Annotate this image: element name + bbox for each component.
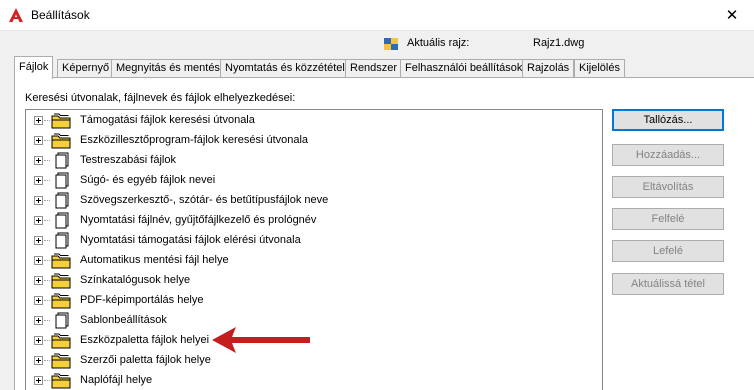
folder-stack-icon xyxy=(51,352,71,369)
move-up-button[interactable]: Felfelé xyxy=(612,208,724,230)
expand-icon[interactable] xyxy=(34,156,43,165)
tree-item-label: Eszközpaletta fájlok helyei xyxy=(80,334,210,346)
tree-item[interactable]: Automatikus mentési fájl helye xyxy=(26,251,586,271)
red-arrow-annotation xyxy=(212,327,310,353)
tab-strip: Fájlok Képernyő Megnyitás és mentés Nyom… xyxy=(14,56,754,79)
files-tab-panel: Keresési útvonalak, fájlnevek és fájlok … xyxy=(14,77,754,390)
tree-item-label: Színkatalógusok helye xyxy=(80,274,191,286)
folder-stack-icon xyxy=(51,272,71,289)
tree-item[interactable]: Nyomtatási támogatási fájlok elérési útv… xyxy=(26,231,586,251)
tree-connector xyxy=(44,220,50,221)
expand-icon[interactable] xyxy=(34,356,43,365)
folder-stack-icon xyxy=(51,332,71,349)
tree-connector xyxy=(44,300,50,301)
file-stack-icon xyxy=(51,232,71,249)
tree-item[interactable]: Szövegszerkesztő-, szótár- és betűtípusf… xyxy=(26,191,586,211)
expand-icon[interactable] xyxy=(34,236,43,245)
expand-icon[interactable] xyxy=(34,256,43,265)
browse-button[interactable]: Tallózás... xyxy=(612,109,724,131)
window-title: Beállítások xyxy=(31,8,90,22)
tab-open-save[interactable]: Megnyitás és mentés xyxy=(111,59,225,78)
expand-icon[interactable] xyxy=(34,116,43,125)
tree-item[interactable]: Támogatási fájlok keresési útvonala xyxy=(26,111,586,131)
set-current-button[interactable]: Aktuálissá tétel xyxy=(612,273,724,295)
folder-stack-icon xyxy=(51,112,71,129)
expand-icon[interactable] xyxy=(34,336,43,345)
current-drawing-label: Aktuális rajz: xyxy=(407,37,470,49)
tree-connector xyxy=(44,320,50,321)
expand-icon[interactable] xyxy=(34,176,43,185)
folder-stack-icon xyxy=(51,132,71,149)
autocad-logo-icon xyxy=(9,8,23,22)
tree-item-label: Naplófájl helye xyxy=(80,374,153,386)
drawing-file-icon xyxy=(384,38,398,50)
expand-icon[interactable] xyxy=(34,316,43,325)
file-stack-icon xyxy=(51,172,71,189)
tree-item-label: Nyomtatási fájlnév, gyűjtőfájlkezelő és … xyxy=(80,214,317,226)
tree-item[interactable]: Eszközillesztőprogram-fájlok keresési út… xyxy=(26,131,586,151)
search-paths-tree[interactable]: Támogatási fájlok keresési útvonala Eszkö… xyxy=(25,109,603,390)
tree-connector xyxy=(44,360,50,361)
file-stack-icon xyxy=(51,312,71,329)
file-stack-icon xyxy=(51,212,71,229)
file-stack-icon xyxy=(51,152,71,169)
expand-icon[interactable] xyxy=(34,196,43,205)
tree-item-label: Súgó- és egyéb fájlok nevei xyxy=(80,174,216,186)
tree-item-label: Szövegszerkesztő-, szótár- és betűtípusf… xyxy=(80,194,329,206)
tree-connector xyxy=(44,280,50,281)
tree-connector xyxy=(44,160,50,161)
file-stack-icon xyxy=(51,192,71,209)
tree-item[interactable]: Súgó- és egyéb fájlok nevei xyxy=(26,171,586,191)
tree-item[interactable]: Színkatalógusok helye xyxy=(26,271,586,291)
tree-connector xyxy=(44,120,50,121)
tree-item-label: Automatikus mentési fájl helye xyxy=(80,254,229,266)
tree-item-label: Szerzői paletta fájlok helye xyxy=(80,354,211,366)
expand-icon[interactable] xyxy=(34,376,43,385)
tab-user-preferences[interactable]: Felhasználói beállítások xyxy=(400,59,528,78)
expand-icon[interactable] xyxy=(34,216,43,225)
tab-display[interactable]: Képernyő xyxy=(57,59,115,78)
tree-item-label: Eszközillesztőprogram-fájlok keresési út… xyxy=(80,134,309,146)
expand-icon[interactable] xyxy=(34,276,43,285)
tree-connector xyxy=(44,200,50,201)
tree-connector xyxy=(44,240,50,241)
tree-connector xyxy=(44,180,50,181)
remove-button[interactable]: Eltávolítás xyxy=(612,176,724,198)
expand-icon[interactable] xyxy=(34,136,43,145)
title-bar: Beállítások ✕ xyxy=(0,0,754,31)
close-button[interactable]: ✕ xyxy=(710,0,754,30)
tree-item-label: Támogatási fájlok keresési útvonala xyxy=(80,114,255,126)
current-drawing-name: Rajz1.dwg xyxy=(533,37,585,49)
tree-item-label: Sablonbeállítások xyxy=(80,314,167,326)
tree-item-label: Testreszabási fájlok xyxy=(80,154,176,166)
tree-item[interactable]: PDF-képimportálás helye xyxy=(26,291,586,311)
tree-connector xyxy=(44,140,50,141)
tree-connector xyxy=(44,340,50,341)
tree-item[interactable]: Testreszabási fájlok xyxy=(26,151,586,171)
tab-plot-publish[interactable]: Nyomtatás és közzététel xyxy=(220,59,350,78)
tab-drafting[interactable]: Rajzolás xyxy=(522,59,575,78)
search-paths-caption: Keresési útvonalak, fájlnevek és fájlok … xyxy=(25,92,296,104)
folder-stack-icon xyxy=(51,252,71,269)
tree-item-label: PDF-képimportálás helye xyxy=(80,294,204,306)
tree-item-label: Nyomtatási támogatási fájlok elérési útv… xyxy=(80,234,301,246)
move-down-button[interactable]: Lefelé xyxy=(612,240,724,262)
tab-files[interactable]: Fájlok xyxy=(14,56,54,79)
add-button[interactable]: Hozzáadás... xyxy=(612,144,724,166)
folder-stack-icon xyxy=(51,372,71,389)
tree-item[interactable]: Nyomtatási fájlnév, gyűjtőfájlkezelő és … xyxy=(26,211,586,231)
tab-system[interactable]: Rendszer xyxy=(345,59,403,78)
expand-icon[interactable] xyxy=(34,296,43,305)
tree-item[interactable]: Naplófájl helye xyxy=(26,371,586,390)
close-icon: ✕ xyxy=(725,7,739,24)
current-drawing: Aktuális rajz: Rajz1.dwg xyxy=(383,35,743,53)
tree-connector xyxy=(44,380,50,381)
folder-stack-icon xyxy=(51,292,71,309)
tree-connector xyxy=(44,260,50,261)
tab-selection[interactable]: Kijelölés xyxy=(574,59,625,78)
